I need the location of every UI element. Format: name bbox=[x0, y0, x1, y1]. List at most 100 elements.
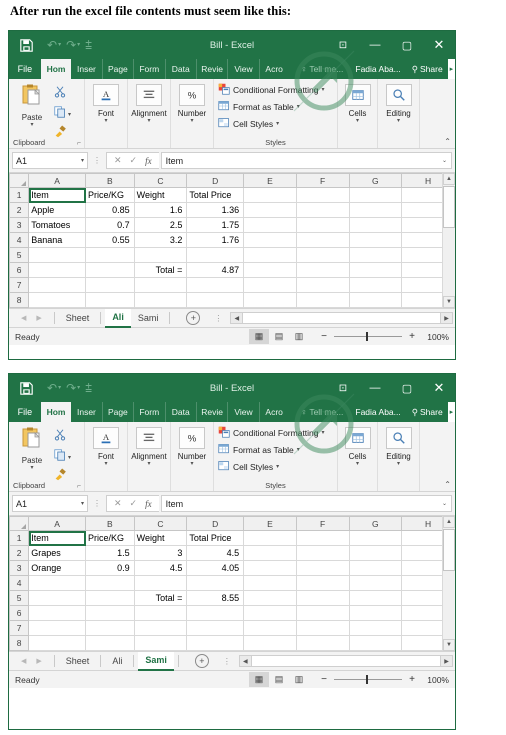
format-as-table-button[interactable]: Format as Table ▾ bbox=[217, 441, 334, 458]
cell-b3[interactable]: 0.9 bbox=[85, 560, 135, 576]
scroll-up-icon[interactable]: ▲ bbox=[443, 173, 455, 185]
cell-b8[interactable] bbox=[85, 292, 135, 308]
cell-a5[interactable] bbox=[28, 247, 86, 263]
cell-styles-caret[interactable]: ▾ bbox=[276, 463, 279, 470]
cell-d2[interactable]: 4.5 bbox=[186, 545, 245, 561]
col-header-e[interactable]: E bbox=[243, 173, 297, 188]
cell-c7[interactable] bbox=[133, 620, 188, 636]
paste-button[interactable]: Paste ▾ bbox=[12, 82, 52, 143]
next-sheet-icon[interactable]: ▶ bbox=[36, 314, 41, 322]
close-button[interactable]: ✕ bbox=[423, 31, 455, 60]
cell-g4[interactable] bbox=[348, 575, 403, 591]
copy-button[interactable]: ▾ bbox=[54, 105, 71, 123]
cell-d3[interactable]: 1.75 bbox=[186, 217, 245, 233]
copy-dropdown-caret[interactable]: ▾ bbox=[68, 454, 71, 461]
cell-f5[interactable] bbox=[295, 247, 350, 263]
ribbon-group-editing[interactable]: Editing ▾ bbox=[378, 422, 420, 491]
next-sheet-icon[interactable]: ▶ bbox=[36, 657, 41, 665]
cell-g2[interactable] bbox=[348, 202, 403, 218]
cells-dropdown-caret[interactable]: ▾ bbox=[356, 118, 359, 125]
cell-b1[interactable]: Price/KG bbox=[85, 530, 135, 546]
tell-me-box[interactable]: ♀ Tell me... bbox=[295, 59, 350, 79]
row-header[interactable]: 5 bbox=[9, 247, 30, 263]
customize-qat-icon[interactable]: ⩲ bbox=[83, 382, 94, 394]
number-dropdown-caret[interactable]: ▾ bbox=[190, 118, 193, 125]
font-dropdown-caret[interactable]: ▾ bbox=[104, 118, 107, 125]
tab-insert[interactable]: Inser bbox=[71, 402, 103, 422]
scroll-left-icon[interactable]: ◀ bbox=[230, 312, 244, 324]
cell-g4[interactable] bbox=[348, 232, 403, 248]
cell-a2[interactable]: Apple bbox=[28, 202, 86, 218]
cell-a3[interactable]: Orange bbox=[28, 560, 86, 576]
cell-b6[interactable] bbox=[85, 262, 135, 278]
undo-icon[interactable]: ↶ ▾ bbox=[45, 382, 63, 394]
cell-b7[interactable] bbox=[85, 277, 135, 293]
close-button[interactable]: ✕ bbox=[423, 374, 455, 403]
col-header-g[interactable]: G bbox=[348, 516, 403, 531]
cell-d7[interactable] bbox=[186, 277, 245, 293]
cell-a1[interactable]: Item bbox=[28, 530, 86, 546]
cell-f2[interactable] bbox=[295, 545, 350, 561]
cell-g1[interactable] bbox=[348, 187, 403, 203]
cell-c2[interactable]: 3 bbox=[133, 545, 188, 561]
cell-c6[interactable] bbox=[133, 605, 188, 621]
zoom-slider-thumb[interactable] bbox=[366, 332, 368, 341]
zoom-in-button[interactable]: + bbox=[407, 331, 417, 342]
cell-g6[interactable] bbox=[348, 605, 403, 621]
paste-dropdown-caret[interactable]: ▾ bbox=[30, 122, 33, 128]
cell-d1[interactable]: Total Price bbox=[186, 530, 245, 546]
cell-d1[interactable]: Total Price bbox=[186, 187, 245, 203]
cell-e3[interactable] bbox=[243, 217, 297, 233]
zoom-in-button[interactable]: + bbox=[407, 674, 417, 685]
ribbon-group-alignment[interactable]: Alignment ▾ bbox=[128, 422, 171, 491]
collapse-ribbon-icon[interactable]: ⌃ bbox=[444, 480, 451, 489]
cell-e4[interactable] bbox=[243, 232, 297, 248]
row-header[interactable]: 8 bbox=[9, 292, 30, 308]
row-header[interactable]: 1 bbox=[9, 187, 30, 203]
save-icon[interactable] bbox=[9, 38, 43, 52]
share-button[interactable]: ⚲ Share bbox=[407, 59, 448, 79]
cell-e1[interactable] bbox=[243, 187, 297, 203]
undo-icon[interactable]: ↶ ▾ bbox=[45, 39, 63, 51]
format-as-table-button[interactable]: Format as Table ▾ bbox=[217, 98, 334, 115]
cell-c1[interactable]: Weight bbox=[133, 530, 188, 546]
tab-data[interactable]: Data bbox=[166, 59, 197, 79]
tab-view[interactable]: View bbox=[228, 402, 260, 422]
user-account[interactable]: Fadia Aba... bbox=[349, 402, 406, 422]
cell-f4[interactable] bbox=[295, 575, 350, 591]
col-header-d[interactable]: D bbox=[186, 516, 245, 531]
cell-f2[interactable] bbox=[295, 202, 350, 218]
cell-f8[interactable] bbox=[295, 635, 350, 651]
prev-sheet-icon[interactable]: ◀ bbox=[21, 314, 26, 322]
conditional-formatting-caret[interactable]: ▾ bbox=[322, 86, 325, 93]
tab-formulas[interactable]: Form bbox=[134, 59, 166, 79]
page-break-view-icon[interactable]: ▥ bbox=[289, 672, 309, 687]
cancel-icon[interactable]: ✕ bbox=[114, 498, 122, 509]
enter-icon[interactable]: ✓ bbox=[130, 155, 138, 166]
cell-f5[interactable] bbox=[295, 590, 350, 606]
insert-function-icon[interactable]: fx bbox=[145, 156, 152, 166]
maximize-button[interactable]: ▢ bbox=[391, 31, 423, 59]
col-header-f[interactable]: F bbox=[295, 173, 350, 188]
zoom-out-button[interactable]: − bbox=[319, 331, 329, 342]
cell-b1[interactable]: Price/KG bbox=[85, 187, 135, 203]
row-header[interactable]: 1 bbox=[9, 530, 30, 546]
cell-a2[interactable]: Grapes bbox=[28, 545, 86, 561]
ribbon-group-cells[interactable]: Cells ▾ bbox=[338, 79, 378, 148]
cell-g3[interactable] bbox=[348, 560, 403, 576]
cell-e5[interactable] bbox=[243, 247, 297, 263]
cell-a8[interactable] bbox=[28, 635, 86, 651]
scroll-right-icon[interactable]: ▶ bbox=[440, 312, 453, 324]
clipboard-dialog-launcher-icon[interactable]: ⌐ bbox=[77, 483, 81, 490]
cell-b7[interactable] bbox=[85, 620, 135, 636]
col-header-b[interactable]: B bbox=[85, 516, 135, 531]
zoom-out-button[interactable]: − bbox=[319, 674, 329, 685]
cells-dropdown-caret[interactable]: ▾ bbox=[356, 461, 359, 468]
cell-f4[interactable] bbox=[295, 232, 350, 248]
sheet-tab-ali[interactable]: Ali bbox=[105, 308, 131, 328]
cell-e7[interactable] bbox=[243, 620, 297, 636]
cell-d5[interactable]: 8.55 bbox=[186, 590, 245, 606]
sheet-bar-handle[interactable]: ⋮ bbox=[223, 657, 231, 666]
tell-me-box[interactable]: ♀ Tell me... bbox=[295, 402, 350, 422]
cell-g8[interactable] bbox=[348, 635, 403, 651]
